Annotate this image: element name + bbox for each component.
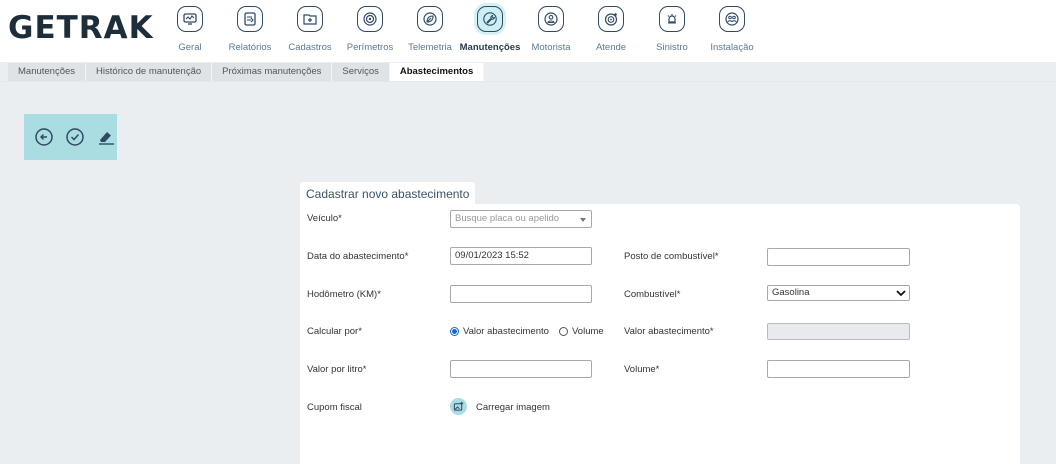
target-icon — [357, 6, 383, 32]
person-icon — [538, 6, 564, 32]
data-abastecimento-label: Data do abastecimento* — [307, 251, 409, 262]
back-icon — [34, 128, 53, 146]
cupom-fiscal-label: Cupom fiscal — [307, 402, 362, 413]
leaf-icon — [417, 6, 443, 32]
volume-label: Volume* — [624, 364, 660, 375]
radio-volume[interactable]: Volume — [559, 326, 604, 337]
hodometro-input[interactable] — [450, 285, 592, 303]
nav-sinistro[interactable]: Sinistro — [640, 6, 704, 53]
nav-perimetros[interactable]: Perímetros — [338, 6, 402, 53]
nav-instalacao[interactable]: Instalação — [700, 6, 764, 53]
calcular-por-label: Calcular por* — [307, 326, 362, 337]
chevron-down-icon — [896, 290, 906, 297]
nav-label: Cadastros — [288, 42, 332, 53]
posto-input[interactable] — [767, 248, 910, 266]
tab-abastecimentos[interactable]: Abastecimentos — [389, 63, 485, 81]
report-icon — [237, 6, 263, 32]
nav-geral[interactable]: Geral — [158, 6, 222, 53]
valor-abastecimento-label: Valor abastecimento* — [624, 326, 714, 337]
volume-input[interactable] — [767, 360, 910, 378]
check-icon — [65, 128, 84, 146]
nav-label: Motorista — [531, 42, 571, 53]
confirm-button[interactable] — [63, 125, 86, 149]
chevron-down-icon — [580, 218, 586, 222]
valor-por-litro-label: Valor por litro* — [307, 364, 367, 375]
form-title: Cadastrar novo abastecimento — [300, 182, 476, 204]
valor-por-litro-input[interactable] — [450, 360, 592, 378]
nav-manutencoes[interactable]: Manutenções — [458, 6, 522, 53]
clear-button[interactable] — [94, 125, 117, 149]
nav-atende[interactable]: Atende — [579, 6, 643, 53]
getrak-logo: GETRAK — [8, 10, 154, 44]
upload-image-button[interactable] — [450, 398, 467, 415]
action-toolbar — [24, 114, 117, 160]
combustivel-value: Gasolina — [772, 287, 810, 298]
veiculo-select[interactable]: Busque placa ou apelido — [450, 210, 592, 228]
hodometro-label: Hodômetro (KM)* — [307, 289, 381, 300]
fuel-form: Veículo* Busque placa ou apelido Data do… — [300, 204, 1020, 464]
nav-relatorios[interactable]: Relatórios — [218, 6, 282, 53]
headset-target-icon — [598, 6, 624, 32]
upload-image-label[interactable]: Carregar imagem — [476, 402, 550, 413]
eraser-icon — [98, 132, 114, 145]
posto-label: Posto de combustível* — [624, 251, 719, 262]
tab-divider — [0, 81, 1056, 82]
image-upload-icon — [453, 401, 464, 411]
radio-unselected-indicator — [559, 327, 568, 336]
data-abastecimento-input[interactable]: 09/01/2023 15:52 — [450, 247, 592, 265]
tab-bar: Manutenções Histórico de manutenção Próx… — [8, 63, 485, 81]
nav-label: Atende — [595, 42, 627, 53]
nav-label: Perímetros — [346, 42, 394, 53]
radio-valor-label: Valor abastecimento — [463, 326, 549, 337]
valor-abastecimento-input — [767, 323, 910, 340]
nav-motorista[interactable]: Motorista — [519, 6, 583, 53]
radio-volume-label: Volume — [572, 326, 604, 337]
nav-cadastros[interactable]: Cadastros — [278, 6, 342, 53]
folder-plus-icon — [297, 6, 323, 32]
radio-selected-indicator — [450, 327, 459, 336]
combustivel-label: Combustível* — [624, 289, 681, 300]
nav-label: Sinistro — [656, 42, 688, 53]
wrench-icon — [477, 6, 503, 32]
tab-manutencoes[interactable]: Manutenções — [8, 63, 87, 81]
tab-historico-manutencao[interactable]: Histórico de manutenção — [86, 63, 213, 81]
nav-label: Telemetria — [408, 42, 452, 53]
nav-label: Instalação — [710, 42, 754, 53]
nav-telemetria[interactable]: Telemetria — [398, 6, 462, 53]
nav-label: Manutenções — [459, 42, 521, 53]
veiculo-label: Veículo* — [307, 213, 342, 224]
radio-valor-abastecimento[interactable]: Valor abastecimento — [450, 326, 549, 337]
tab-proximas-manutencoes[interactable]: Próximas manutenções — [212, 63, 333, 81]
svg-text:GETRAK: GETRAK — [8, 10, 154, 44]
monitor-icon — [177, 6, 203, 32]
back-button[interactable] — [32, 125, 55, 149]
siren-icon — [659, 6, 685, 32]
installer-icon — [719, 6, 745, 32]
tab-servicos[interactable]: Serviços — [332, 63, 390, 81]
top-navigation-bar: GETRAK Geral Relatórios Cadastros Períme… — [0, 0, 1056, 62]
nav-label: Relatórios — [228, 42, 272, 53]
nav-label: Geral — [178, 42, 202, 53]
combustivel-select[interactable]: Gasolina — [767, 285, 910, 301]
veiculo-placeholder: Busque placa ou apelido — [455, 213, 560, 224]
